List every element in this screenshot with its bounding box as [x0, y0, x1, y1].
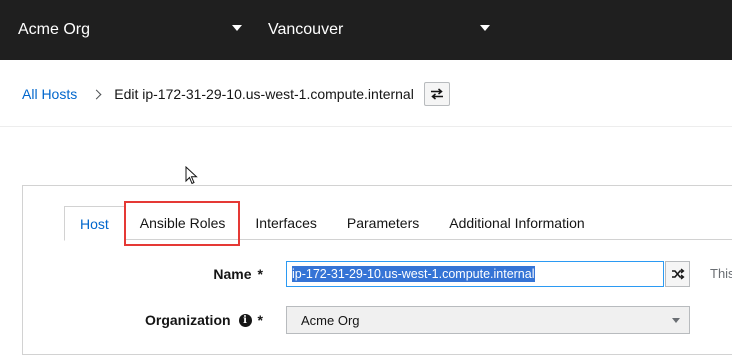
randomize-name-button[interactable]: [665, 261, 690, 287]
top-navbar: Acme Org Vancouver: [0, 0, 732, 60]
caret-down-icon: [480, 25, 490, 31]
location-switcher[interactable]: Vancouver: [268, 0, 494, 60]
required-marker: *: [257, 312, 263, 328]
name-input-value: ip-172-31-29-10.us-west-1.compute.intern…: [292, 266, 535, 282]
mouse-pointer-icon: [185, 166, 198, 185]
name-help-text: This: [710, 266, 732, 281]
organization-field-label: Organization i *: [83, 308, 263, 332]
host-tabs: Host Ansible Roles Interfaces Parameters…: [64, 201, 732, 246]
shuffle-icon: [671, 268, 685, 280]
chevron-right-icon: [91, 89, 102, 99]
organization-switcher[interactable]: Acme Org: [18, 0, 246, 60]
name-input[interactable]: ip-172-31-29-10.us-west-1.compute.intern…: [286, 261, 664, 287]
tab-additional-information[interactable]: Additional Information: [434, 206, 599, 240]
organization-select-value: Acme Org: [301, 312, 360, 328]
breadcrumb: All Hosts Edit ip-172-31-29-10.us-west-1…: [22, 80, 450, 108]
organization-label-text: Organization: [144, 312, 231, 328]
exchange-icon: [430, 88, 443, 100]
tab-interfaces[interactable]: Interfaces: [240, 206, 331, 240]
breadcrumb-all-hosts-link[interactable]: All Hosts: [22, 86, 77, 102]
switch-host-button[interactable]: [423, 82, 450, 106]
tab-parameters[interactable]: Parameters: [332, 206, 434, 240]
header-divider: [0, 126, 732, 127]
location-label: Vancouver: [268, 21, 344, 38]
info-icon[interactable]: i: [238, 313, 252, 327]
required-marker: *: [257, 266, 263, 282]
tab-ansible-roles[interactable]: Ansible Roles: [123, 201, 241, 246]
dropdown-arrow-icon: [672, 318, 680, 323]
breadcrumb-current: Edit ip-172-31-29-10.us-west-1.compute.i…: [114, 86, 414, 102]
name-field-label: Name *: [103, 263, 263, 285]
organization-select[interactable]: Acme Org: [286, 306, 690, 334]
host-edit-card: Host Ansible Roles Interfaces Parameters…: [22, 185, 732, 355]
name-label-text: Name: [213, 266, 252, 282]
organization-label: Acme Org: [18, 21, 91, 38]
tab-host[interactable]: Host: [64, 206, 125, 241]
caret-down-icon: [232, 25, 242, 31]
